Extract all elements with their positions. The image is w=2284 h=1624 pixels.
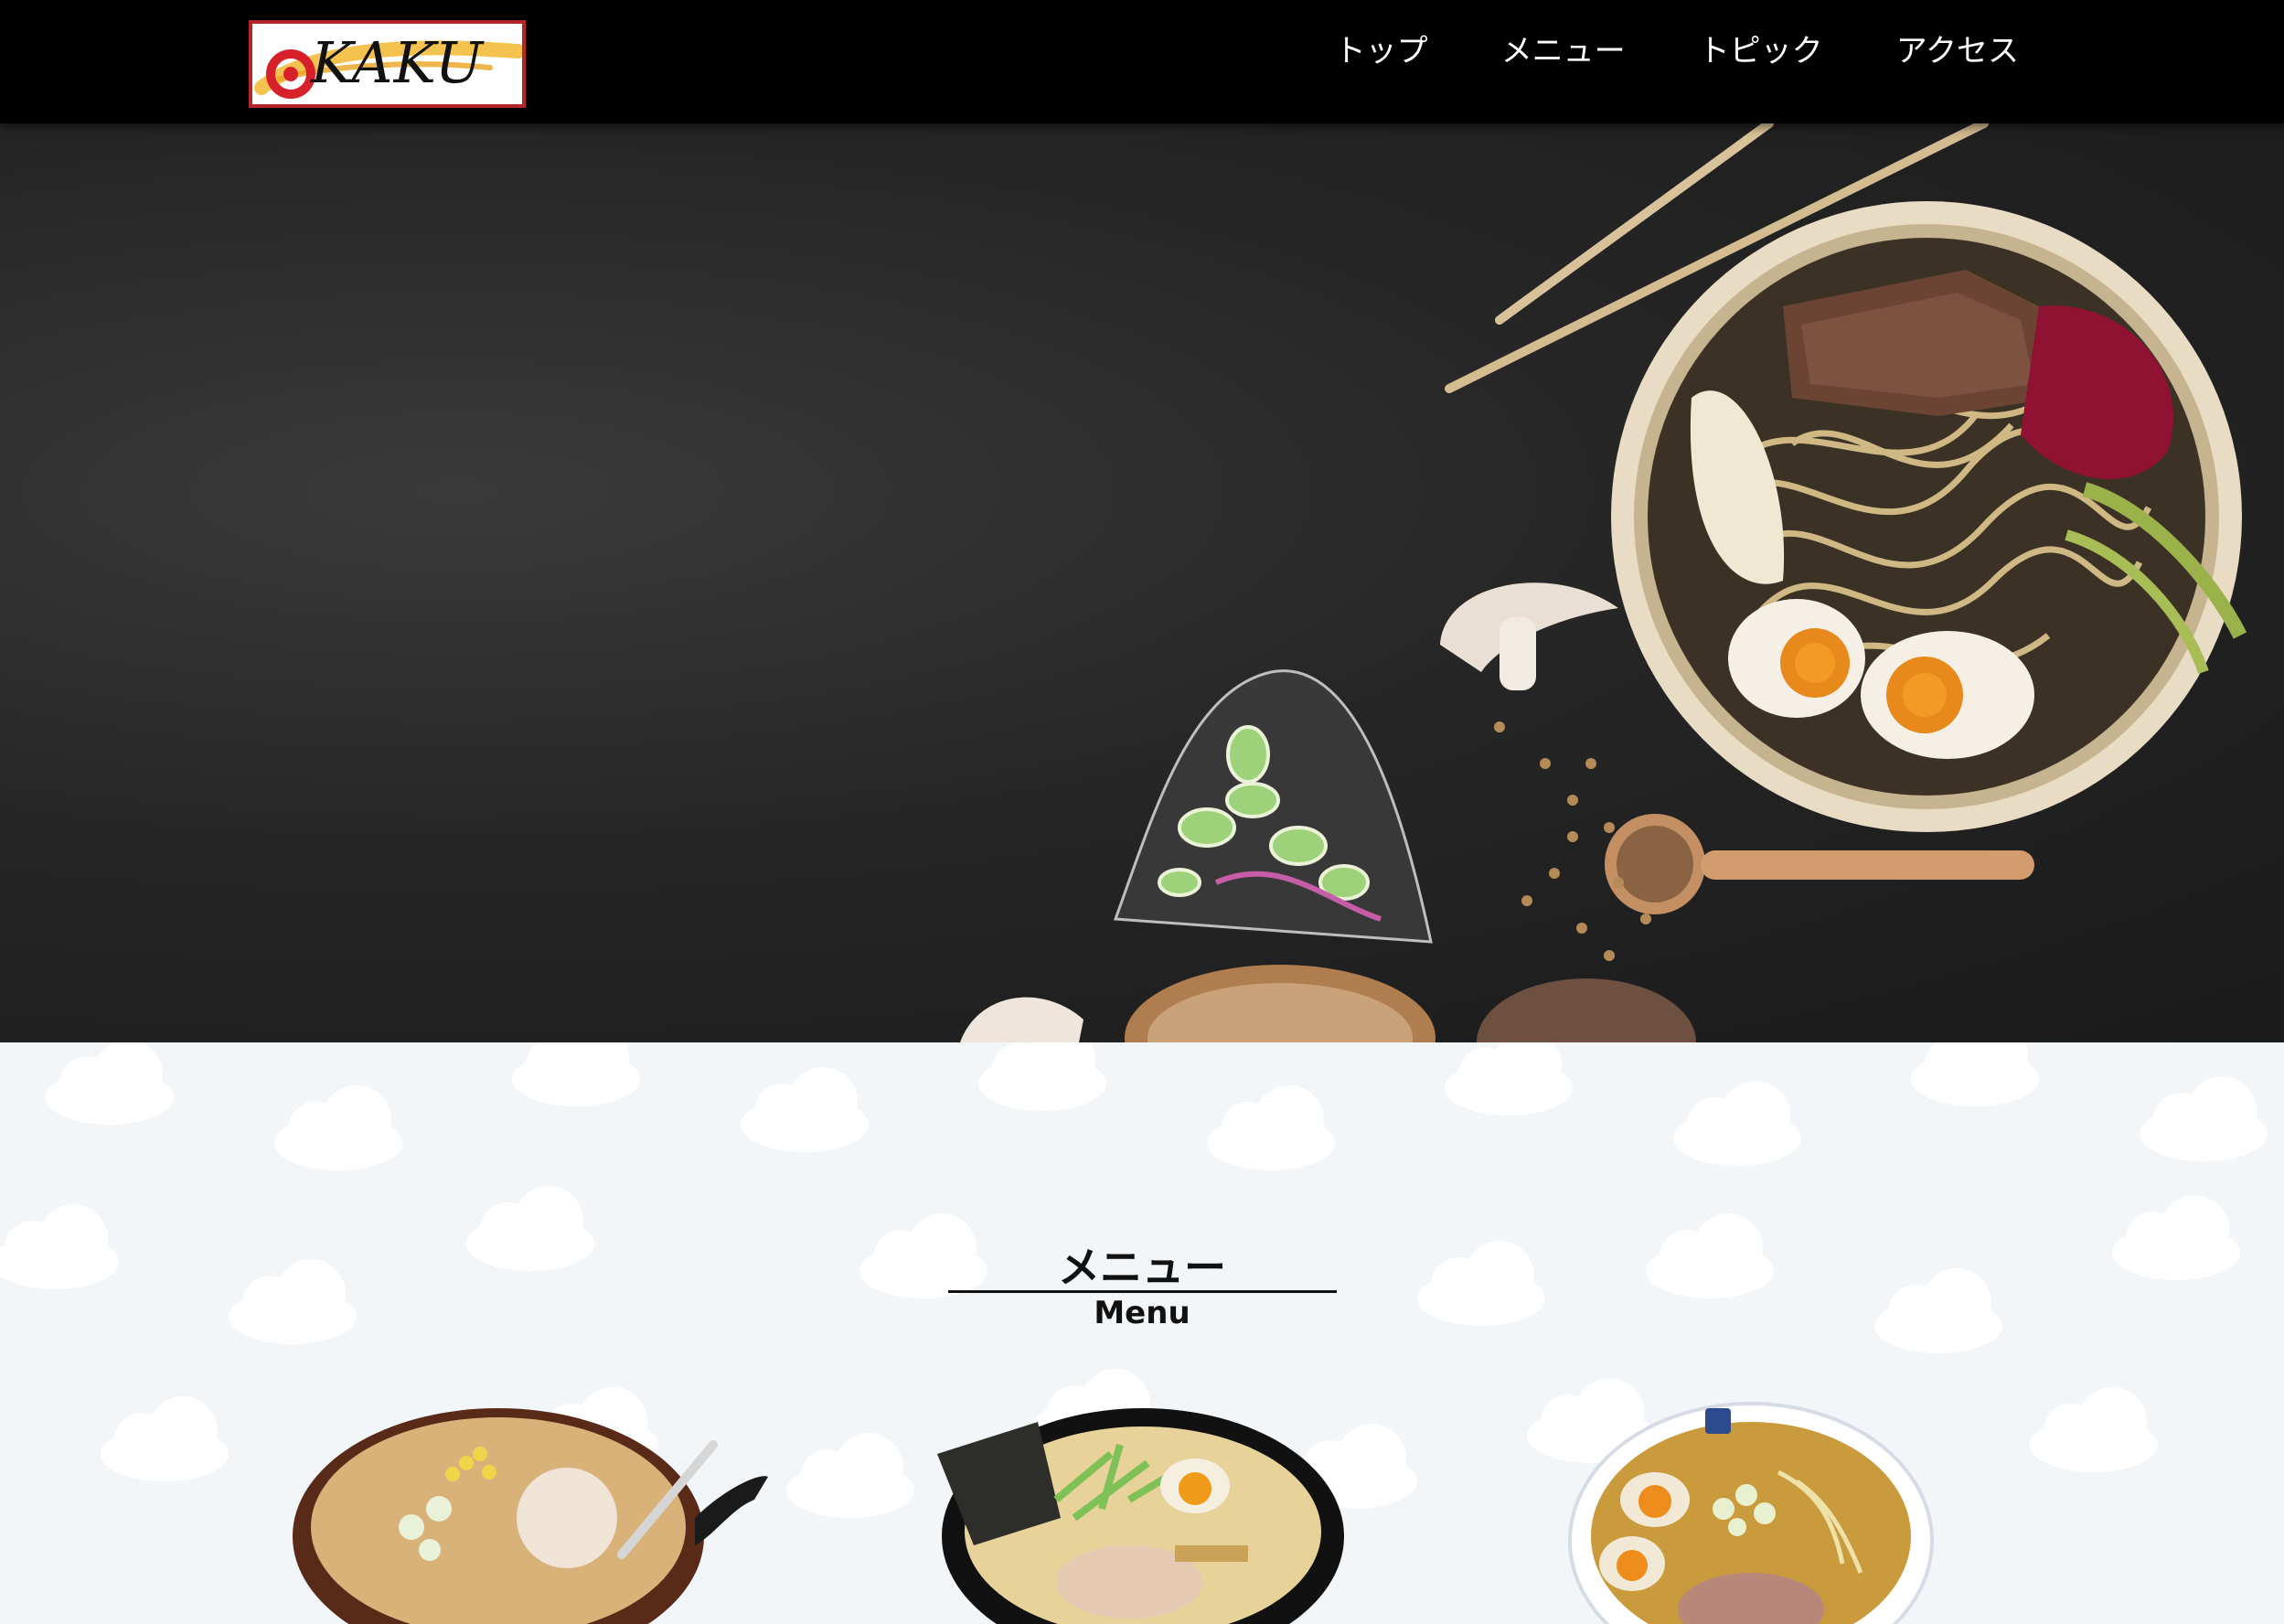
site-header: KAKU トップ メニュー トピック アクセス — [0, 0, 2284, 123]
nav-item-top[interactable]: トップ — [1335, 27, 1428, 75]
menu-section: メニュー Menu — [0, 1042, 2284, 1624]
shoyu-ramen-bowl-image[interactable] — [1568, 1399, 1934, 1624]
section-title-divider — [948, 1290, 1337, 1293]
mushroom-slice-icon — [960, 997, 1083, 1042]
kaku-logo[interactable]: KAKU — [249, 20, 526, 108]
scallion-dish-icon — [1113, 669, 1433, 944]
miso-ramen-bowl-image[interactable] — [293, 1399, 768, 1624]
shiitake-icon — [1477, 978, 1696, 1042]
nav-item-menu[interactable]: メニュー — [1501, 27, 1626, 75]
logo-text: KAKU — [311, 29, 484, 96]
ramen-bowl-icon — [1611, 201, 2247, 832]
main-nav: トップ メニュー トピック アクセス — [1335, 27, 2019, 75]
mushroom-icon — [1440, 582, 1618, 690]
section-subtitle: Menu — [1094, 1295, 1190, 1331]
shio-ramen-bowl-image[interactable] — [937, 1399, 1349, 1624]
seed-bowl-icon — [1125, 965, 1436, 1042]
ramen-hero-image — [960, 123, 2247, 1042]
nav-item-access[interactable]: アクセス — [1896, 27, 2019, 75]
nav-item-topic[interactable]: トピック — [1699, 27, 1823, 75]
hero-banner — [0, 123, 2284, 1042]
section-title: メニュー — [1058, 1243, 1226, 1292]
